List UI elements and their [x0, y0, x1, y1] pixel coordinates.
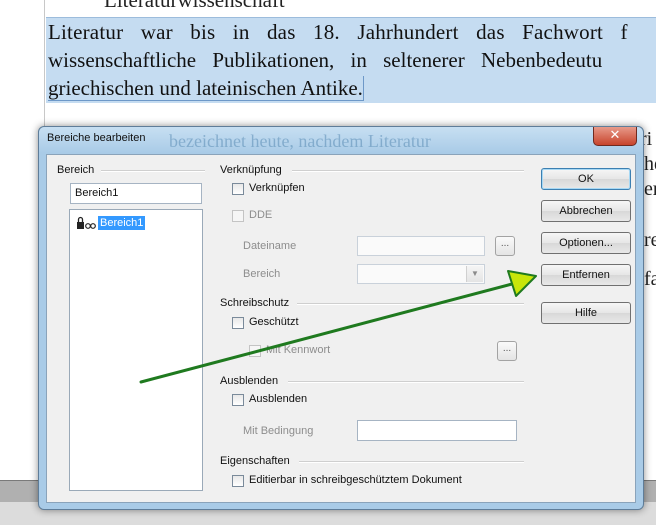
close-button[interactable]: ✕: [593, 127, 637, 146]
section-tree-list[interactable]: Bereich1: [69, 209, 203, 491]
filename-label: Dateiname: [243, 240, 297, 252]
tree-item-label: Bereich1: [98, 216, 146, 230]
browse-file-button[interactable]: ...: [495, 236, 515, 256]
link-group-label: Verknüpfung: [220, 164, 282, 176]
document-text-line-1[interactable]: Literatur war bis in das 18. Jahrhundert…: [48, 18, 628, 46]
password-button[interactable]: ...: [497, 341, 517, 361]
section-name-input[interactable]: Bereich1: [70, 183, 202, 204]
help-button[interactable]: Hilfe: [541, 302, 631, 324]
protected-checkbox[interactable]: [232, 317, 244, 329]
protect-group-line: [297, 303, 524, 305]
document-heading-fragment: Literaturwissenschaft: [104, 0, 285, 12]
properties-group-label: Eigenschaften: [220, 455, 290, 467]
protected-checkbox-label: Geschützt: [249, 316, 299, 328]
document-text-line-3[interactable]: griechischen und lateinischen Antike.: [48, 74, 364, 102]
hide-group-label: Ausblenden: [220, 375, 279, 387]
hide-checkbox[interactable]: [232, 394, 244, 406]
dialog-title: Bereiche bearbeiten: [47, 132, 146, 144]
condition-input[interactable]: [357, 420, 517, 441]
ok-button[interactable]: OK: [541, 168, 631, 190]
document-fragment: he: [644, 153, 656, 175]
document-fragment: er: [644, 178, 656, 200]
dialog-client-area: Bereich Bereich1 Bereich1 Verknüpfung Ve…: [46, 154, 636, 503]
section-lock-icon: [77, 216, 96, 229]
document-text-line-2[interactable]: wissenschaftliche Publikationen, in selt…: [48, 46, 602, 74]
remove-button[interactable]: Entfernen: [541, 264, 631, 286]
link-section-combobox[interactable]: ▼: [357, 264, 485, 284]
cancel-button[interactable]: Abbrechen: [541, 200, 631, 222]
dde-checkbox[interactable]: [232, 210, 244, 222]
dde-checkbox-label: DDE: [249, 209, 273, 221]
close-icon: ✕: [609, 128, 621, 143]
editable-checkbox[interactable]: [232, 475, 244, 487]
edit-sections-dialog: Bereiche bearbeiten bezeichnet heute, na…: [38, 126, 644, 510]
link-checkbox-label: Verknüpfen: [249, 182, 305, 194]
editable-checkbox-label: Editierbar in schreibgeschütztem Dokumen…: [249, 474, 462, 486]
hide-group-line: [288, 381, 524, 383]
document-text-behind-dialog: bezeichnet heute, nachdem Literatur: [169, 131, 431, 151]
filename-input[interactable]: [357, 236, 485, 256]
tree-item-bereich1[interactable]: Bereich1: [76, 216, 146, 232]
properties-group-line: [299, 461, 524, 463]
link-group-line: [292, 170, 524, 172]
link-section-label: Bereich: [243, 268, 281, 280]
section-group-label: Bereich: [57, 164, 95, 176]
link-checkbox[interactable]: [232, 183, 244, 195]
dialog-titlebar[interactable]: Bereiche bearbeiten bezeichnet heute, na…: [39, 127, 643, 153]
document-fragment: re: [644, 229, 656, 251]
chevron-down-icon[interactable]: ▼: [466, 266, 483, 282]
password-checkbox-label: Mit Kennwort: [266, 344, 331, 356]
password-checkbox[interactable]: [249, 345, 261, 357]
selected-text-end: griechischen und lateinischen Antike.: [48, 76, 364, 101]
ellipsis-icon: ...: [502, 343, 512, 354]
protect-group-label: Schreibschutz: [220, 297, 290, 309]
ellipsis-icon: ...: [500, 238, 510, 249]
options-button[interactable]: Optionen...: [541, 232, 631, 254]
condition-label: Mit Bedingung: [243, 425, 314, 437]
hide-checkbox-label: Ausblenden: [249, 393, 308, 405]
document-fragment: fa: [644, 268, 656, 290]
section-group-line: [101, 170, 205, 172]
